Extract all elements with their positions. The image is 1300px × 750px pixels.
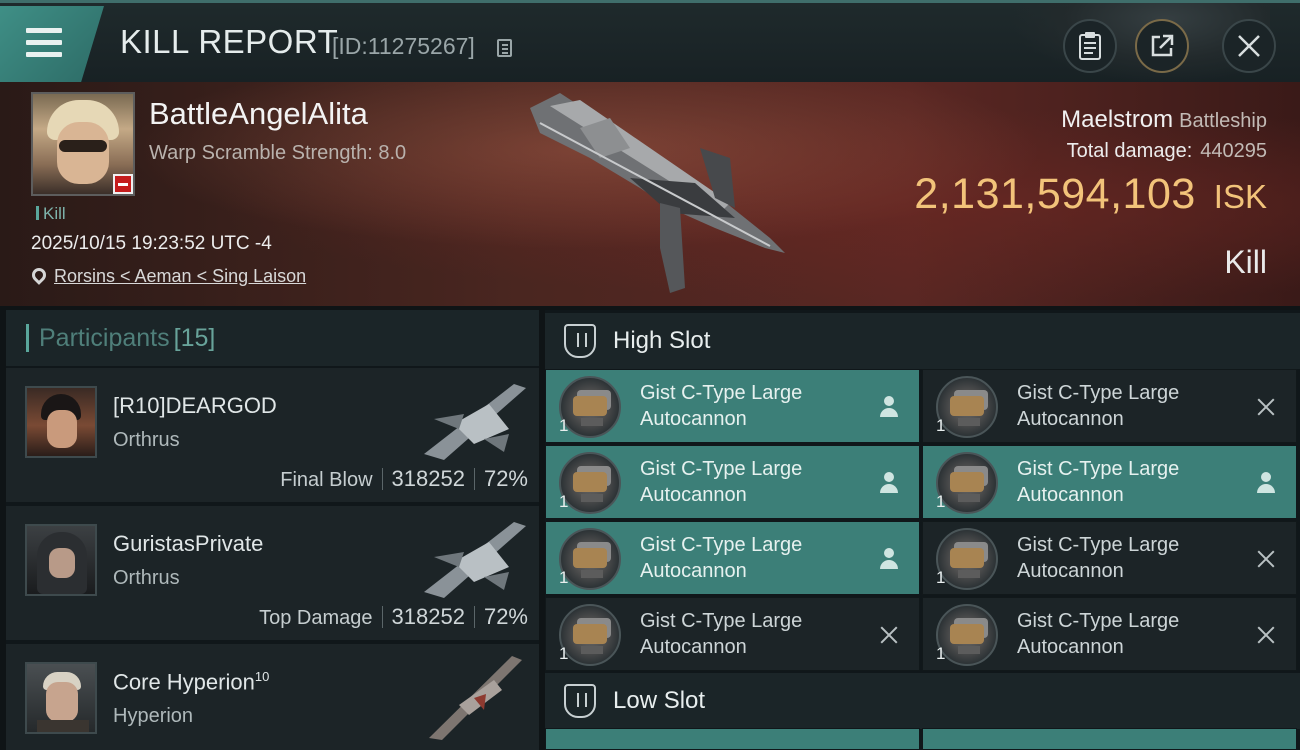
module-quantity: 1 — [936, 644, 946, 663]
high-slot-title: High Slot — [613, 327, 711, 354]
menu-button[interactable] — [0, 6, 104, 82]
high-slot-header: High Slot — [545, 313, 1300, 369]
destroyed-x-icon — [1256, 624, 1276, 646]
module-quantity: 1 — [936, 568, 946, 587]
participant-name: Core Hyperion10 — [113, 669, 270, 695]
participant-ship-image — [424, 522, 526, 598]
low-slot-header: Low Slot — [545, 673, 1300, 729]
total-damage-value: 440295 — [1200, 140, 1267, 162]
participant-row[interactable]: [R10]DEARGOD Orthrus Final Blow 318252 72% — [6, 368, 539, 504]
module-slot[interactable]: 1 Gist C-Type Large Autocannon — [545, 597, 920, 671]
participant-avatar — [25, 662, 97, 734]
module-slot[interactable]: 1 Gist C-Type Large Autocannon — [545, 369, 920, 443]
clipboard-icon — [1079, 32, 1101, 60]
participant-row[interactable]: Core Hyperion10 Hyperion — [6, 644, 539, 750]
person-icon — [879, 548, 899, 570]
page-title: KILL REPORT — [120, 23, 339, 60]
warp-scramble-strength: Warp Scramble Strength: 8.0 — [149, 142, 407, 164]
module-name: Gist C-Type Large Autocannon — [640, 458, 803, 506]
participants-label: Participants — [39, 323, 170, 352]
victim-name[interactable]: BattleAngelAlita — [149, 96, 368, 132]
participant-ship-image — [429, 656, 522, 740]
victim-avatar[interactable] — [31, 92, 135, 196]
participant-name: [R10]DEARGOD — [113, 393, 277, 418]
person-icon — [1256, 472, 1276, 494]
participant-damage: 318252 — [391, 604, 465, 629]
destroyed-x-icon — [1256, 396, 1276, 418]
participant-stats: Top Damage 318252 72% — [259, 604, 528, 630]
module-slot[interactable] — [545, 728, 920, 750]
module-slot[interactable]: 1 Gist C-Type Large Autocannon — [922, 521, 1297, 595]
participants-panel: Participants [15] [R10]DEARGOD Orthrus F… — [6, 310, 539, 750]
participant-percent: 72% — [483, 466, 528, 491]
module-name: Gist C-Type Large Autocannon — [640, 610, 803, 658]
module-quantity: 1 — [559, 416, 569, 435]
victim-ship-image — [530, 93, 785, 293]
isk-unit: ISK — [1213, 178, 1267, 215]
participant-ship: Orthrus — [113, 567, 180, 589]
location-link[interactable]: Rorsins < Aeman < Sing Laison — [54, 266, 306, 287]
copy-icon[interactable] — [497, 39, 512, 57]
participant-name: GuristasPrivate — [113, 531, 264, 556]
module-name: Gist C-Type Large Autocannon — [1017, 534, 1180, 582]
clipboard-button[interactable] — [1063, 19, 1117, 73]
participant-damage: 318252 — [391, 466, 465, 491]
module-name: Gist C-Type Large Autocannon — [640, 534, 803, 582]
participant-role: Final Blow — [280, 469, 373, 491]
isk-value: 2,131,594,103 ISK — [914, 170, 1267, 219]
total-damage: Total damage: 440295 — [1067, 140, 1267, 163]
destroyed-x-icon — [1256, 548, 1276, 570]
participant-role: Top Damage — [259, 607, 373, 629]
module-name: Gist C-Type Large Autocannon — [1017, 610, 1180, 658]
participants-count: [15] — [173, 323, 216, 352]
participant-stats: Final Blow 318252 72% — [280, 466, 528, 492]
share-icon — [1151, 34, 1174, 57]
participants-header[interactable]: Participants [15] — [6, 310, 539, 366]
module-slot[interactable]: 1 Gist C-Type Large Autocannon — [545, 521, 920, 595]
share-button[interactable] — [1135, 19, 1189, 73]
report-id: [ID:11275267] — [332, 33, 475, 59]
participant-avatar — [25, 524, 97, 596]
module-slot[interactable]: 1 Gist C-Type Large Autocannon — [922, 369, 1297, 443]
module-quantity: 1 — [559, 644, 569, 663]
close-button[interactable] — [1222, 19, 1276, 73]
fittings-panel: High Slot 1 Gist C-Type Large Autocannon 1… — [545, 310, 1300, 750]
destroyed-x-icon — [879, 624, 899, 646]
module-name: Gist C-Type Large Autocannon — [1017, 458, 1180, 506]
module-slot[interactable]: 1 Gist C-Type Large Autocannon — [545, 445, 920, 519]
participant-row[interactable]: GuristasPrivate Orthrus Top Damage 318252… — [6, 506, 539, 642]
module-slot[interactable]: 1 Gist C-Type Large Autocannon — [922, 445, 1297, 519]
ship-class: Battleship — [1179, 110, 1267, 132]
participant-ship: Hyperion — [113, 705, 194, 727]
kill-tag: Kill — [36, 204, 66, 224]
module-name: Gist C-Type Large Autocannon — [640, 382, 803, 430]
low-slot-title: Low Slot — [613, 687, 706, 714]
close-icon — [1238, 35, 1260, 57]
module-slot[interactable]: 1 Gist C-Type Large Autocannon — [922, 597, 1297, 671]
total-damage-label: Total damage: — [1066, 140, 1193, 162]
module-name: Gist C-Type Large Autocannon — [1017, 382, 1180, 430]
high-slot-icon — [564, 324, 596, 358]
isk-amount: 2,131,594,103 — [914, 170, 1196, 218]
participant-percent: 72% — [483, 604, 528, 629]
participant-ship-image — [424, 384, 526, 460]
hamburger-icon — [26, 28, 62, 58]
participant-avatar — [25, 386, 97, 458]
kill-result: Kill — [1224, 244, 1267, 280]
participant-level: 10 — [254, 669, 270, 684]
person-icon — [879, 396, 899, 418]
victim-ship[interactable]: Maelstrom Battleship — [1061, 106, 1267, 134]
module-quantity: 1 — [936, 492, 946, 511]
ship-name: Maelstrom — [1061, 106, 1174, 133]
module-quantity: 1 — [559, 568, 569, 587]
participant-ship: Orthrus — [113, 429, 180, 451]
kill-datetime: 2025/10/15 19:23:52 UTC -4 — [31, 233, 272, 254]
module-quantity: 1 — [559, 492, 569, 511]
minus-badge-icon — [113, 174, 133, 194]
header-bar: KILL REPORT [ID:11275267] — [0, 0, 1300, 83]
person-icon — [879, 472, 899, 494]
low-slot-icon — [564, 684, 596, 718]
module-quantity: 1 — [936, 416, 946, 435]
module-slot[interactable] — [922, 728, 1297, 750]
